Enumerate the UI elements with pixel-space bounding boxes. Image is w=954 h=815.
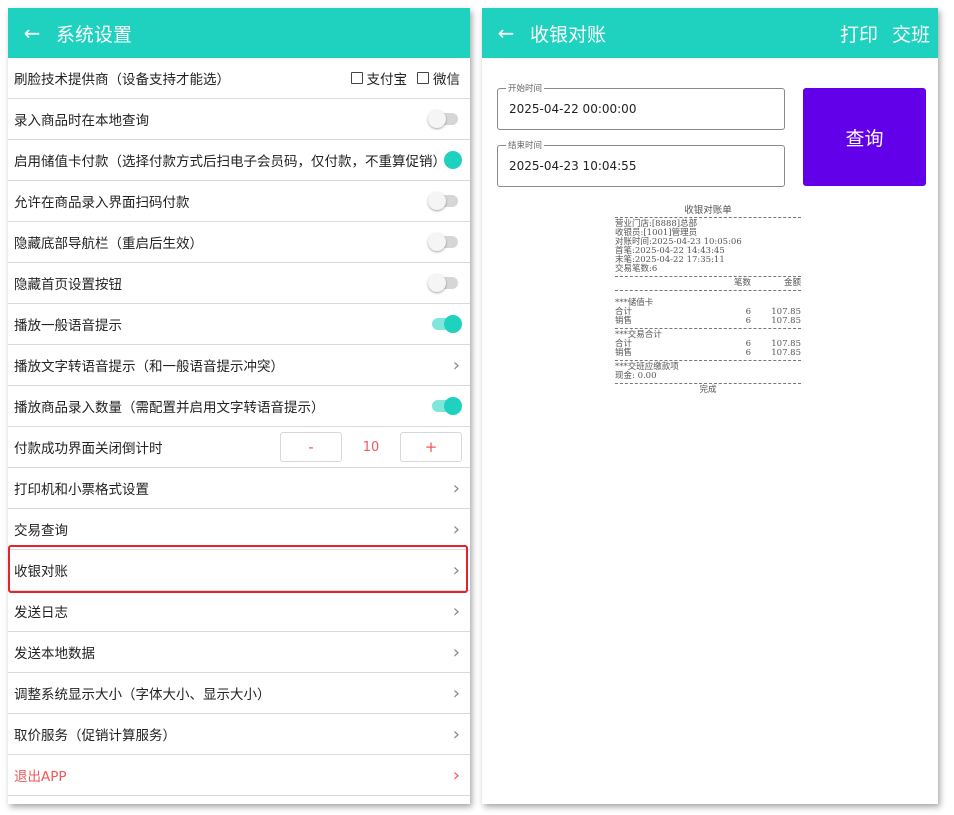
- chevron-right-icon: ›: [452, 723, 460, 745]
- alipay-label: 支付宝: [366, 72, 408, 88]
- increment-button[interactable]: +: [400, 432, 462, 462]
- chevron-right-icon: ›: [452, 354, 460, 376]
- start-time-field[interactable]: 开始时间 2025-04-22 00:00:00: [497, 82, 785, 130]
- nav-label: 交易查询: [14, 523, 68, 539]
- nav-row-cashier-reconcile[interactable]: 收银对账 ›: [8, 550, 470, 591]
- shift-handover-button[interactable]: 交班: [892, 20, 930, 47]
- reconcile-receipt: 收银对账单 营业门店:[8888]总部 收银员:[1001]管理员 对账时间:2…: [615, 206, 801, 395]
- back-arrow-icon[interactable]: ←: [8, 21, 56, 45]
- start-time-value: 2025-04-22 00:00:00: [509, 102, 637, 116]
- divider: [615, 328, 801, 329]
- chevron-right-icon: ›: [452, 682, 460, 704]
- scan-pay-toggle[interactable]: [428, 192, 458, 210]
- stored-card-pay-toggle[interactable]: [444, 151, 462, 169]
- reconcile-title: 收银对账: [530, 23, 607, 46]
- receipt-row: 销售 6 107.85: [615, 316, 801, 326]
- query-button[interactable]: 查询: [803, 88, 926, 186]
- setting-row-tts-prompt[interactable]: 播放文字转语音提示（和一般语音提示冲突） ›: [8, 345, 470, 386]
- wechat-checkbox[interactable]: 微信: [417, 68, 460, 88]
- nav-row-price-service[interactable]: 取价服务（促销计算服务） ›: [8, 714, 470, 755]
- chevron-right-icon: ›: [452, 764, 460, 786]
- chevron-right-icon: ›: [452, 641, 460, 663]
- nav-label: 发送日志: [14, 605, 68, 621]
- chevron-right-icon: ›: [452, 600, 460, 622]
- reconcile-panel: ← 收银对账 打印 交班 开始时间 2025-04-22 00:00:00 结束…: [482, 8, 938, 804]
- alipay-checkbox[interactable]: 支付宝: [350, 68, 408, 88]
- divider: [615, 276, 801, 277]
- local-query-toggle[interactable]: [428, 110, 458, 128]
- countdown-label: 付款成功界面关闭倒计时: [14, 441, 163, 457]
- receipt-column-header: 笔数 金额: [615, 279, 801, 288]
- nav-label: 收银对账: [14, 564, 68, 580]
- count-header: 笔数: [733, 278, 751, 288]
- face-provider-row: 刷脸技术提供商（设备支持才能选） 支付宝 微信: [8, 58, 470, 99]
- face-provider-options: 支付宝 微信: [350, 68, 460, 88]
- wechat-label: 微信: [433, 72, 460, 88]
- checkbox-icon: [350, 72, 363, 84]
- setting-label: 播放一般语音提示: [14, 318, 122, 334]
- voice-prompt-toggle[interactable]: [432, 315, 462, 333]
- chevron-right-icon: ›: [452, 477, 460, 499]
- countdown-stepper: - 10 +: [280, 432, 462, 462]
- receipt-row: 销售 6 107.85: [615, 348, 801, 358]
- setting-row-play-quantity[interactable]: 播放商品录入数量（需配置并启用文字转语音提示）: [8, 386, 470, 427]
- divider: [615, 217, 801, 218]
- receipt-txn-count: 交易笔数:6: [615, 264, 658, 274]
- setting-row-hide-settings-button[interactable]: 隐藏首页设置按钮: [8, 263, 470, 304]
- play-quantity-toggle[interactable]: [432, 397, 462, 415]
- nav-label: 打印机和小票格式设置: [14, 482, 149, 498]
- amount-header: 金额: [783, 278, 801, 288]
- receipt-title: 收银对账单: [684, 205, 732, 216]
- setting-label: 隐藏首页设置按钮: [14, 277, 122, 293]
- hide-settings-button-toggle[interactable]: [428, 274, 458, 292]
- app-bar-actions: 打印 交班: [840, 8, 930, 58]
- face-provider-label: 刷脸技术提供商（设备支持才能选）: [14, 72, 230, 88]
- hide-nav-toggle[interactable]: [428, 233, 458, 251]
- setting-label: 录入商品时在本地查询: [14, 113, 149, 129]
- setting-row-countdown: 付款成功界面关闭倒计时 - 10 +: [8, 427, 470, 468]
- nav-row-send-log[interactable]: 发送日志 ›: [8, 591, 470, 632]
- nav-row-printer-settings[interactable]: 打印机和小票格式设置 ›: [8, 468, 470, 509]
- exit-app-row[interactable]: 退出APP ›: [8, 755, 470, 796]
- settings-app-bar: ← 系统设置: [8, 8, 470, 58]
- setting-label: 启用储值卡付款（选择付款方式后扫电子会员码，仅付款，不重算促销）: [14, 154, 446, 170]
- nav-label: 调整系统显示大小（字体大小、显示大小）: [14, 687, 271, 703]
- settings-panel: ← 系统设置 刷脸技术提供商（设备支持才能选） 支付宝 微信 录入商品时在本地查…: [8, 8, 470, 804]
- end-time-label: 结束时间: [506, 139, 545, 151]
- reconcile-app-bar: ← 收银对账 打印 交班: [482, 8, 938, 58]
- chevron-right-icon: ›: [452, 559, 460, 581]
- settings-list: 刷脸技术提供商（设备支持才能选） 支付宝 微信 录入商品时在本地查询 启用储值卡…: [8, 58, 470, 796]
- start-time-label: 开始时间: [506, 82, 545, 94]
- cash-amount: 现金: 0.00: [615, 371, 657, 381]
- divider: [615, 383, 801, 384]
- end-time-field[interactable]: 结束时间 2025-04-23 10:04:55: [497, 139, 785, 187]
- chevron-right-icon: ›: [452, 518, 460, 540]
- nav-label: 发送本地数据: [14, 646, 95, 662]
- divider: [615, 290, 801, 291]
- setting-row-local-query[interactable]: 录入商品时在本地查询: [8, 99, 470, 140]
- back-arrow-icon[interactable]: ←: [482, 21, 530, 45]
- setting-label: 播放文字转语音提示（和一般语音提示冲突）: [14, 359, 284, 375]
- setting-row-hide-nav[interactable]: 隐藏底部导航栏（重启后生效）: [8, 222, 470, 263]
- checkbox-icon: [417, 72, 429, 84]
- setting-label: 播放商品录入数量（需配置并启用文字转语音提示）: [14, 400, 325, 416]
- settings-title: 系统设置: [56, 23, 133, 46]
- countdown-value: 10: [362, 439, 380, 455]
- divider: [615, 360, 801, 361]
- setting-label: 允许在商品录入界面扫码付款: [14, 195, 190, 211]
- receipt-footer: 完成: [699, 385, 717, 395]
- print-button[interactable]: 打印: [840, 20, 878, 47]
- nav-row-transaction-query[interactable]: 交易查询 ›: [8, 509, 470, 550]
- end-time-value: 2025-04-23 10:04:55: [509, 159, 637, 173]
- setting-row-scan-pay[interactable]: 允许在商品录入界面扫码付款: [8, 181, 470, 222]
- nav-row-display-size[interactable]: 调整系统显示大小（字体大小、显示大小） ›: [8, 673, 470, 714]
- nav-label: 取价服务（促销计算服务）: [14, 728, 176, 744]
- decrement-button[interactable]: -: [280, 432, 342, 462]
- setting-label: 隐藏底部导航栏（重启后生效）: [14, 236, 203, 252]
- nav-row-send-local-data[interactable]: 发送本地数据 ›: [8, 632, 470, 673]
- setting-row-voice-prompt[interactable]: 播放一般语音提示: [8, 304, 470, 345]
- setting-row-stored-card-pay[interactable]: 启用储值卡付款（选择付款方式后扫电子会员码，仅付款，不重算促销）: [8, 140, 470, 181]
- exit-app-label: 退出APP: [14, 769, 67, 785]
